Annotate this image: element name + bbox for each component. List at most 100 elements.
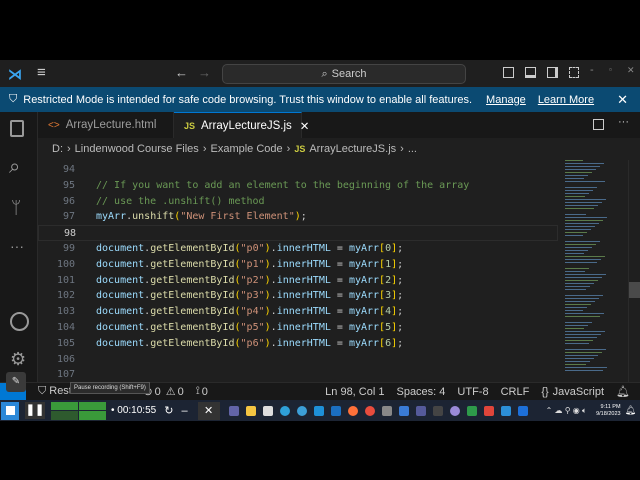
minimap[interactable] (560, 160, 628, 382)
lock-app-icon[interactable] (331, 405, 342, 416)
vscode-icon[interactable] (501, 405, 512, 416)
firefox-icon[interactable] (348, 405, 359, 416)
notifications-bell-icon[interactable]: 🔔︎ (616, 385, 630, 398)
settings-gear-icon[interactable]: ⚙ (10, 349, 26, 370)
system-tray[interactable]: ⌃ ☁ ⚲ ◉ 🔈︎ (546, 406, 587, 416)
breadcrumb-item[interactable]: ArrayLectureJS.js (309, 143, 396, 155)
chrome-icon[interactable] (365, 405, 376, 416)
menu-icon[interactable]: ≡ (37, 64, 46, 81)
back-icon[interactable]: ← (175, 65, 188, 80)
learn-more-link[interactable]: Learn More (538, 94, 594, 106)
cursor-position[interactable]: Ln 98, Col 1 (325, 386, 384, 398)
forward-icon[interactable]: → (198, 65, 211, 80)
close-window-button[interactable]: ✕ (627, 65, 635, 76)
code-line[interactable]: 99 document.getElementById("p0").innerHTM… (38, 241, 558, 257)
search-icon[interactable]: ⌕ (9, 156, 20, 179)
code-line[interactable]: 104 document.getElementById("p5").innerHT… (38, 320, 558, 336)
shield-icon: ⛉ (9, 93, 18, 105)
notification-icon[interactable]: 🔔︎ (625, 405, 636, 416)
toggle-secondary-sidebar-icon[interactable] (547, 67, 558, 78)
js-file-icon: JS (184, 120, 196, 131)
minimize-recorder-button[interactable]: – (181, 405, 187, 417)
pause-recording-button[interactable]: ❚❚ (25, 402, 45, 419)
code-line[interactable]: 107 (38, 367, 558, 383)
app-icon[interactable] (450, 405, 461, 416)
minimize-button[interactable]: - (590, 64, 594, 76)
warnings-icon[interactable]: ⚠ (166, 385, 176, 398)
code-line[interactable]: 98 (38, 225, 558, 241)
close-tab-icon[interactable]: ✕ (300, 119, 310, 133)
minimap-line (565, 175, 588, 176)
search-box[interactable]: ⌕ Search (222, 64, 466, 84)
minimap-line (565, 328, 584, 329)
recorder-edit-icon[interactable]: ✎ (6, 372, 26, 392)
split-editor-icon[interactable] (593, 119, 604, 130)
minimap-line (565, 358, 594, 359)
terminal-icon[interactable] (433, 405, 444, 416)
line-number: 105 (56, 337, 75, 349)
vertical-scrollbar[interactable] (628, 160, 640, 382)
encoding[interactable]: UTF-8 (457, 386, 488, 398)
code-line[interactable]: 101 document.getElementById("p2").innerHT… (38, 273, 558, 289)
store-icon[interactable] (263, 405, 274, 416)
toggle-panel-icon[interactable] (525, 67, 536, 78)
code-line[interactable]: 103 document.getElementById("p4").innerHT… (38, 304, 558, 320)
maximize-button[interactable]: ▫ (609, 65, 612, 74)
teams-icon[interactable] (229, 405, 240, 416)
toggle-sidebar-icon[interactable] (503, 67, 514, 78)
app-icon[interactable] (484, 405, 495, 416)
close-recorder-button[interactable]: ✕ (197, 401, 220, 420)
close-banner-icon[interactable]: ✕ (617, 92, 628, 108)
recording-controls[interactable] (51, 401, 106, 420)
breadcrumb-item[interactable]: Lindenwood Course Files (75, 143, 199, 155)
app-icon[interactable] (467, 405, 478, 416)
end-of-line[interactable]: CRLF (501, 386, 530, 398)
tab-arraylecture-html[interactable]: <> ArrayLecture.html (38, 112, 174, 138)
minimap-line (565, 361, 590, 362)
code-line[interactable]: 102 document.getElementById("p3").innerHT… (38, 288, 558, 304)
stop-recording-button[interactable] (1, 401, 19, 420)
breadcrumb-item[interactable]: Example Code (210, 143, 282, 155)
manage-link[interactable]: Manage (486, 94, 526, 106)
minimap-line (565, 298, 599, 299)
title-bar: ⋊ ≡ ← → ⌕ Search - ▫ ✕ (0, 60, 640, 87)
app-icon[interactable] (416, 405, 427, 416)
breadcrumb-item[interactable]: ... (408, 143, 417, 155)
language-mode[interactable]: {} JavaScript (541, 386, 604, 398)
more-actions-icon[interactable]: ··· (618, 116, 629, 128)
scrollbar-thumb[interactable] (629, 282, 640, 298)
braces-icon: {} (541, 385, 549, 398)
explorer-icon[interactable] (10, 120, 24, 137)
code-line[interactable]: 96 // use the .unshift() method (38, 194, 558, 210)
app-icon[interactable] (382, 405, 393, 416)
code-line[interactable]: 105 document.getElementById("p6").innerHT… (38, 336, 558, 352)
edge-icon[interactable] (280, 405, 291, 416)
remote-desktop-icon[interactable] (314, 405, 325, 416)
source-control-icon[interactable]: ᛘ (11, 198, 21, 218)
edge-beta-icon[interactable] (297, 405, 308, 416)
restart-icon[interactable]: ↻ (164, 404, 173, 417)
code-line[interactable]: 95 // If you want to add an element to th… (38, 178, 558, 194)
minimap-line (565, 283, 594, 284)
code-line[interactable]: 94 (38, 162, 558, 178)
file-explorer-icon[interactable] (246, 405, 257, 416)
more-icon[interactable]: ··· (10, 238, 24, 254)
minimap-line (565, 289, 586, 290)
line-number: 100 (56, 258, 75, 270)
code-line[interactable]: 97 myArr.unshift("New First Element"); (38, 209, 558, 225)
clock[interactable]: 9:11 PM 9/18/2023 (596, 404, 620, 418)
app-icon[interactable] (518, 405, 529, 416)
code-line[interactable]: 106 (38, 352, 558, 368)
code-line[interactable]: 100 document.getElementById("p1").innerHT… (38, 257, 558, 273)
app-icon[interactable] (399, 405, 410, 416)
line-number: 97 (62, 211, 75, 223)
minimap-line (565, 226, 595, 227)
ports-icon[interactable]: ⟟ (196, 385, 200, 398)
code-editor[interactable]: 94 95 // If you want to add an element to … (38, 160, 640, 382)
customize-layout-icon[interactable] (569, 67, 579, 78)
breadcrumb-item[interactable]: D: (52, 143, 63, 155)
tab-arraylecturejs-js[interactable]: JS ArrayLectureJS.js ✕ (174, 112, 309, 138)
account-icon[interactable] (10, 312, 29, 331)
indentation[interactable]: Spaces: 4 (396, 386, 445, 398)
vscode-logo-icon[interactable]: ⋊ (8, 66, 22, 83)
